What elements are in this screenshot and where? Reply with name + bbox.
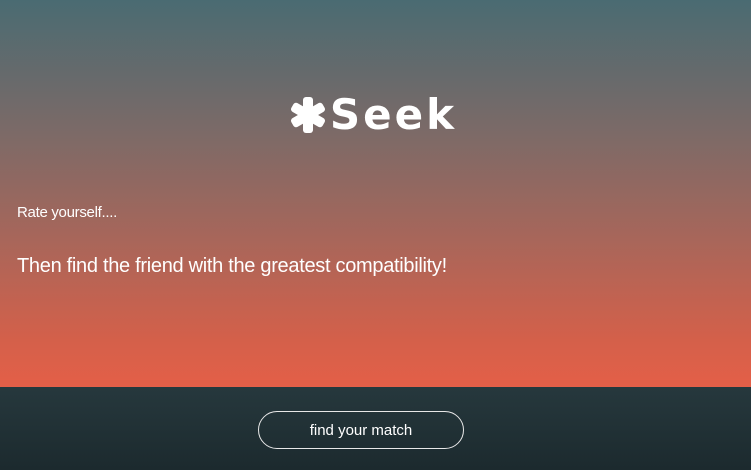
logo: Seek <box>0 94 751 136</box>
hero-headline: Then find the friend with the greatest c… <box>17 255 447 277</box>
find-match-button[interactable]: find your match <box>258 411 464 449</box>
app-name: Seek <box>329 90 458 139</box>
hero-section: Seek Rate yourself.... Then find the fri… <box>0 0 751 387</box>
footer-bar: find your match <box>0 387 751 470</box>
hero-subtitle: Rate yourself.... <box>17 204 117 221</box>
asterisk-icon <box>290 97 325 133</box>
